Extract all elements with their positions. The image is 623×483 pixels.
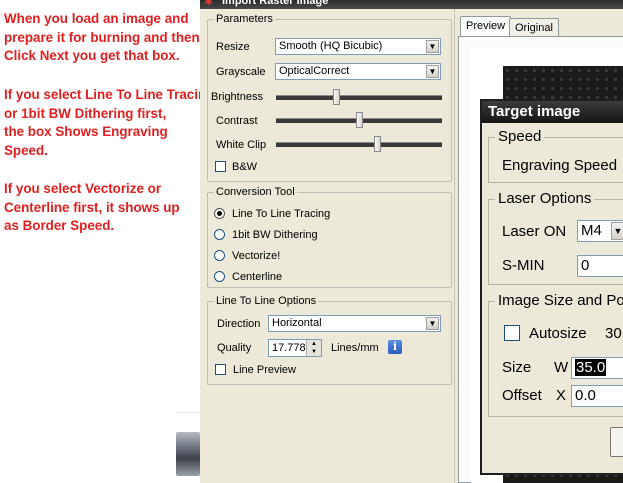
brightness-label: Brightness — [211, 91, 263, 103]
slider-track — [276, 142, 442, 147]
autosize-value: 30 — [605, 325, 622, 342]
stepper-buttons[interactable]: ▲ ▼ — [306, 340, 321, 356]
whiteclip-slider[interactable] — [276, 136, 442, 152]
autosize-checkbox[interactable] — [504, 325, 520, 341]
resize-value: Smooth (HQ Bicubic) — [279, 40, 383, 52]
direction-label: Direction — [217, 318, 261, 330]
radio-1bit-dithering[interactable] — [214, 229, 225, 240]
image-size-legend: Image Size and Po — [498, 292, 623, 309]
radio-centerline[interactable] — [214, 271, 225, 282]
radio-line-to-line[interactable] — [214, 208, 225, 219]
grayscale-select[interactable]: OpticalCorrect ▼ — [275, 63, 441, 80]
panel-divider — [454, 9, 455, 483]
offset-label: Offset — [502, 387, 542, 404]
chevron-up-icon[interactable]: ▲ — [307, 340, 321, 348]
laser-options-legend: Laser Options — [498, 190, 592, 207]
target-image-dialog: Target image Speed Engraving Speed Laser… — [480, 99, 623, 475]
parameters-legend: Parameters — [216, 13, 273, 25]
option-vectorize: Vectorize! — [232, 250, 281, 262]
width-label: W — [554, 359, 569, 376]
radio-vectorize[interactable] — [214, 250, 225, 261]
line-preview-label: Line Preview — [233, 364, 296, 376]
offset-x-input[interactable]: 0.0 — [571, 385, 623, 407]
option-1bit-dithering: 1bit BW Dithering — [232, 229, 318, 241]
laser-on-label: Laser ON — [502, 223, 567, 240]
quality-unit: Lines/mm — [331, 342, 379, 354]
grayscale-value: OpticalCorrect — [279, 65, 350, 77]
slider-thumb[interactable] — [374, 136, 382, 152]
brightness-slider[interactable] — [276, 89, 442, 105]
dialog-title-bar[interactable]: ✱ Import Raster Image — [200, 0, 623, 9]
direction-value: Horizontal — [272, 317, 322, 329]
dialog-button[interactable] — [610, 427, 623, 457]
smin-input[interactable]: 0 — [577, 255, 623, 277]
grayscale-label: Grayscale — [216, 66, 266, 78]
width-value: 35.0 — [575, 359, 607, 376]
slider-thumb[interactable] — [332, 89, 340, 105]
bw-checkbox[interactable] — [215, 161, 226, 172]
quality-stepper[interactable]: 17.778 ▲ ▼ — [268, 339, 322, 357]
tab-original[interactable]: Original — [509, 18, 559, 36]
quality-label: Quality — [217, 342, 252, 354]
chevron-down-icon[interactable]: ▼ — [426, 40, 439, 53]
thumbnail-image[interactable] — [176, 432, 200, 476]
conversion-tool-legend: Conversion Tool — [216, 186, 295, 198]
whiteclip-label: White Clip — [216, 139, 267, 151]
resize-select[interactable]: Smooth (HQ Bicubic) ▼ — [275, 38, 441, 55]
info-icon[interactable]: i — [388, 340, 402, 354]
speed-legend: Speed — [498, 128, 542, 145]
slider-track — [276, 95, 442, 100]
line-preview-checkbox[interactable] — [215, 364, 226, 375]
divider — [176, 412, 200, 413]
quality-value: 17.778 — [272, 342, 306, 354]
engraving-speed-label: Engraving Speed — [502, 157, 618, 174]
smin-label: S-MIN — [502, 257, 545, 274]
smin-value: 0 — [581, 257, 590, 274]
option-line-to-line: Line To Line Tracing — [232, 208, 331, 220]
chevron-down-icon[interactable]: ▼ — [426, 317, 439, 330]
tab-preview[interactable]: Preview — [460, 16, 512, 36]
bw-label: B&W — [232, 161, 258, 173]
contrast-label: Contrast — [216, 115, 258, 127]
chevron-down-icon[interactable]: ▼ — [307, 348, 321, 356]
direction-select[interactable]: Horizontal ▼ — [268, 315, 441, 332]
laser-on-value: M4 — [581, 222, 602, 239]
line-options-legend: Line To Line Options — [216, 295, 317, 307]
resize-label: Resize — [216, 41, 250, 53]
dialog-title: Import Raster Image — [222, 0, 329, 7]
autosize-label: Autosize — [529, 325, 587, 342]
chevron-down-icon[interactable]: ▼ — [426, 65, 439, 78]
app-icon: ✱ — [204, 0, 214, 8]
slider-thumb[interactable] — [356, 112, 363, 128]
width-input[interactable]: 35.0 — [571, 357, 623, 379]
offset-x-value: 0.0 — [575, 387, 596, 404]
chevron-down-icon[interactable]: ▼ — [611, 222, 623, 240]
import-raster-dialog: ✱ Import Raster Image Parameters Resize … — [200, 0, 623, 483]
target-title: Target image — [482, 101, 623, 123]
offset-x-label: X — [556, 387, 567, 404]
size-label: Size — [502, 359, 532, 376]
option-centerline: Centerline — [232, 271, 283, 283]
contrast-slider[interactable] — [276, 112, 442, 128]
